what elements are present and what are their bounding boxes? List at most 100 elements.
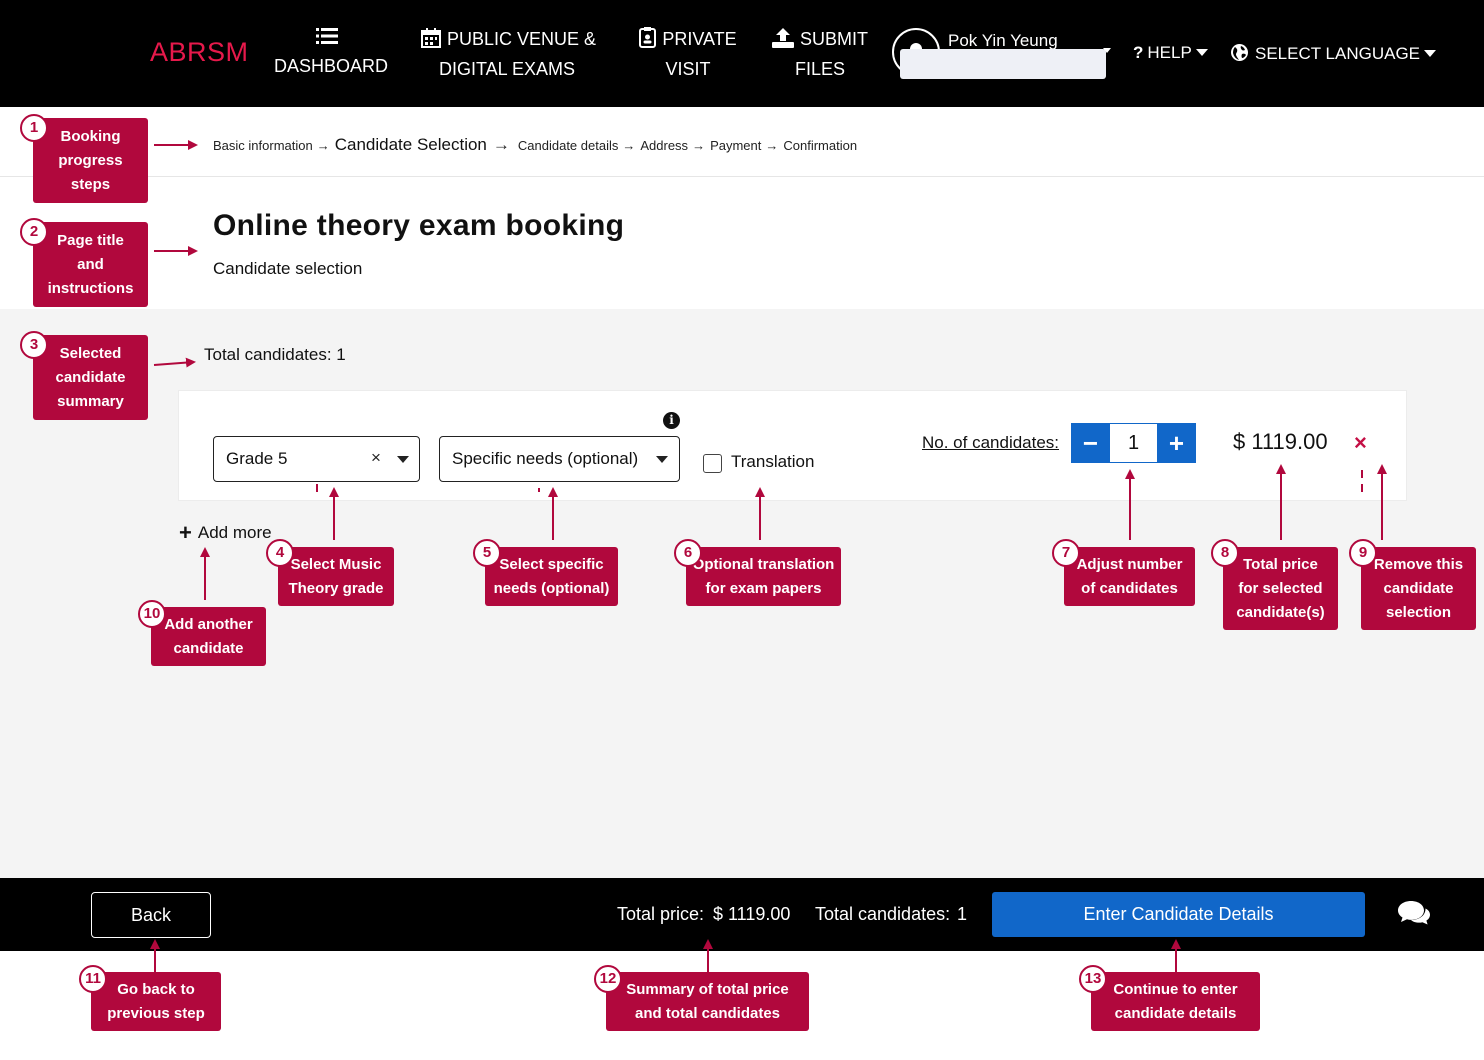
add-more-button[interactable]: + Add more: [179, 520, 272, 546]
annotation-continue: Continue to enter candidate details: [1091, 972, 1260, 1031]
annotation-add-another: Add another candidate: [151, 607, 266, 666]
no-of-candidates-label: No. of candidates:: [922, 433, 1060, 452]
candidate-count-input[interactable]: 1: [1110, 423, 1157, 463]
nav-submit-label-2: FILES: [794, 59, 846, 79]
annotation-text: Summary of total price: [626, 980, 789, 998]
nav-private-label-1: PRIVATE: [662, 29, 737, 49]
specific-needs-value: Specific needs (optional): [452, 449, 639, 468]
annotation-text: candidate details: [1114, 1004, 1237, 1022]
arrow-right-icon: →: [492, 135, 510, 154]
remove-candidate-icon[interactable]: ×: [1354, 430, 1367, 456]
annotation-text: of candidates: [1081, 579, 1178, 597]
booking-progress-breadcrumb: Basic information → Candidate Selection → …: [213, 133, 857, 157]
help-label: HELP: [1147, 43, 1192, 62]
nav-public-venue[interactable]: PUBLIC VENUE & DIGITAL EXAMS: [421, 26, 596, 83]
annotation-text: instructions: [47, 279, 134, 297]
annotation-text: Total price: [1243, 555, 1318, 573]
increase-candidates-button[interactable]: +: [1157, 423, 1196, 463]
annotation-badge: 12: [594, 965, 622, 993]
clipboard-icon: [639, 27, 657, 56]
annotation-text: Optional translation: [692, 555, 835, 573]
nav-private-visit[interactable]: PRIVATE VISIT: [638, 26, 738, 83]
upload-icon: [771, 28, 794, 56]
annotation-text: Select specific: [499, 555, 604, 573]
annotation-text: candidate: [1383, 579, 1454, 597]
chevron-down-icon: [1103, 48, 1111, 53]
back-button[interactable]: Back: [91, 892, 211, 938]
nav-dashboard[interactable]: DASHBOARD: [274, 26, 388, 80]
annotation-badge: 4: [266, 539, 294, 567]
breadcrumb-step: Basic information: [213, 137, 313, 153]
specific-needs-select[interactable]: Specific needs (optional): [439, 436, 680, 482]
grade-select[interactable]: Grade 5 ×: [213, 436, 420, 482]
annotation-text: steps: [70, 175, 111, 193]
annotation-text: Go back to: [117, 980, 195, 998]
total-price-value: $ 1119.00: [713, 904, 791, 924]
annotation-text: Remove this: [1373, 555, 1464, 573]
annotation-text: Adjust number: [1076, 555, 1183, 573]
selected-candidate-summary: Total candidates: 1: [204, 345, 346, 364]
arrow-right-icon: →: [765, 137, 779, 153]
nav-submit-label-1: SUBMIT: [799, 29, 868, 49]
annotation-text: previous step: [107, 1004, 205, 1022]
annotation-text: Select Music: [290, 555, 382, 573]
globe-icon: [1230, 43, 1249, 67]
breadcrumb-step: Confirmation: [783, 137, 858, 153]
annotation-badge: 9: [1349, 539, 1377, 567]
top-navigation: ABRSM DASHBOARD PUBLIC VENUE & DIGITAL E…: [0, 0, 1484, 107]
breadcrumb-step: Candidate details: [517, 137, 619, 153]
annotation-badge: 8: [1211, 539, 1239, 567]
clear-icon[interactable]: ×: [371, 448, 381, 468]
translation-checkbox[interactable]: [703, 454, 722, 473]
page-instructions: Candidate selection: [213, 259, 363, 278]
annotation-text: for selected: [1238, 579, 1323, 597]
decrease-candidates-button[interactable]: −: [1071, 423, 1110, 463]
annotation-translation: Optional translation for exam papers: [686, 547, 841, 606]
nav-submit-files[interactable]: SUBMIT FILES: [770, 26, 870, 83]
breadcrumb-step: Payment: [710, 137, 762, 153]
annotation-text: Add another: [164, 615, 253, 633]
arrow-right-icon: →: [622, 137, 636, 153]
annotation-go-back: Go back to previous step: [91, 972, 221, 1031]
redacted-email: [900, 49, 1106, 79]
annotation-text: candidate(s): [1236, 603, 1325, 621]
list-icon: [274, 26, 379, 53]
info-icon[interactable]: i: [663, 412, 680, 429]
abrsm-logo[interactable]: ABRSM: [150, 37, 249, 68]
help-menu[interactable]: ? HELP: [1133, 43, 1208, 63]
annotation-text: summary: [57, 392, 124, 410]
translation-label: Translation: [731, 452, 815, 471]
user-menu[interactable]: Pok Yin Yeung: [890, 26, 1112, 82]
plus-icon: +: [179, 520, 192, 545]
user-name: Pok Yin Yeung: [948, 31, 1058, 50]
nav-public-label-2: DIGITAL EXAMS: [438, 59, 576, 79]
annotation-text: for exam papers: [705, 579, 822, 597]
arrow-right-icon: →: [692, 137, 706, 153]
annotation-adjust-number: Adjust number of candidates: [1064, 547, 1195, 606]
breadcrumb-step-current: Candidate Selection: [334, 135, 487, 154]
arrow-right-icon: →: [316, 137, 330, 153]
annotation-text: and: [77, 255, 104, 273]
chevron-down-icon: [397, 456, 409, 463]
annotation-badge: 2: [20, 218, 48, 246]
annotation-text: Page title: [57, 231, 124, 249]
total-price-label: Total price:: [617, 904, 705, 924]
page-title: Online theory exam booking: [213, 209, 625, 242]
enter-candidate-details-button[interactable]: Enter Candidate Details: [992, 892, 1365, 937]
annotation-badge: 10: [138, 600, 166, 628]
annotation-badge: 6: [674, 539, 702, 567]
annotation-booking-progress: Booking progress steps: [33, 118, 148, 203]
annotation-badge: 11: [79, 965, 107, 993]
breadcrumb-step: Address: [640, 137, 689, 153]
annotation-text: Continue to enter: [1113, 980, 1238, 998]
annotation-text: progress: [58, 151, 123, 169]
divider: [0, 176, 1484, 177]
chat-icon[interactable]: [1397, 899, 1431, 932]
annotation-text: Booking: [60, 127, 121, 145]
annotation-summary-total: Summary of total price and total candida…: [606, 972, 809, 1031]
annotation-badge: 1: [20, 114, 48, 142]
language-label: SELECT LANGUAGE: [1255, 44, 1421, 63]
annotation-badge: 3: [20, 331, 48, 359]
language-menu[interactable]: SELECT LANGUAGE: [1230, 43, 1437, 67]
annotation-text: needs (optional): [493, 579, 610, 597]
